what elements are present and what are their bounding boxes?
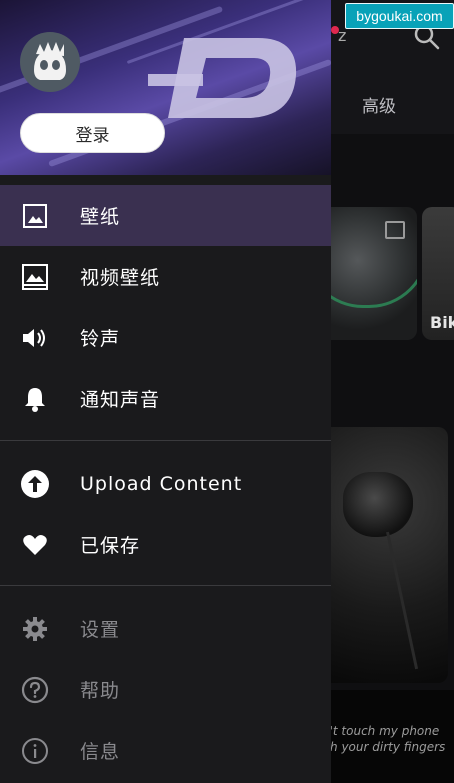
gear-icon [20, 614, 50, 644]
menu-item-label: Upload Content [80, 472, 243, 495]
card-label: Bik [430, 313, 454, 332]
menu-item-info[interactable]: 信息 [0, 720, 331, 781]
menu-divider [0, 585, 331, 586]
avatar[interactable] [20, 32, 80, 92]
menu-item-help[interactable]: 帮助 [0, 659, 331, 720]
image-icon [20, 201, 50, 231]
rose-wallpaper-card[interactable] [318, 427, 448, 683]
drawer-header: 登录 [0, 0, 331, 175]
login-button[interactable]: 登录 [20, 113, 165, 153]
menu-item-label: 已保存 [80, 535, 141, 557]
bell-icon [20, 384, 50, 414]
wallpaper-card[interactable]: s [318, 207, 417, 340]
heart-icon [20, 530, 50, 560]
menu-item-label: 铃声 [80, 328, 121, 350]
menu-item-label: 设置 [80, 619, 121, 641]
menu-item-label: 通知声音 [80, 389, 161, 411]
menu-item-label: 信息 [80, 741, 121, 763]
upload-icon [20, 469, 50, 499]
navigation-drawer: 登录 壁纸 视频壁纸 铃声 通知声音 Upload Content 已保存 设置… [0, 0, 331, 783]
speaker-icon [20, 323, 50, 353]
tab-advanced[interactable]: 高级 [362, 92, 396, 117]
help-icon [20, 675, 50, 705]
zedge-logo [148, 30, 303, 129]
menu-item-ringtones[interactable]: 铃声 [0, 307, 331, 368]
quote-text: n't touch my phone [322, 724, 440, 738]
menu-item-video-wallpapers[interactable]: 视频壁纸 [0, 246, 331, 307]
image-type-icon [385, 221, 405, 239]
menu-item-wallpapers[interactable]: 壁纸 [0, 185, 331, 246]
menu-item-label: 帮助 [80, 680, 121, 702]
menu-item-upload-content[interactable]: Upload Content [0, 453, 331, 514]
menu-item-settings[interactable]: 设置 [0, 598, 331, 659]
menu-item-label: 壁纸 [80, 206, 121, 228]
wallpaper-card[interactable]: Bik [422, 207, 454, 340]
menu-divider [0, 440, 331, 441]
quote-wallpaper-card[interactable]: n't touch my phone ith your dirty finger… [318, 690, 454, 783]
menu-item-notification-sounds[interactable]: 通知声音 [0, 368, 331, 429]
info-icon [20, 736, 50, 766]
menu-item-saved[interactable]: 已保存 [0, 514, 331, 575]
watermark: bygoukai.com [345, 3, 454, 29]
rose-image [343, 472, 413, 537]
background-letter: z [338, 26, 347, 45]
menu-item-label: 视频壁纸 [80, 267, 161, 289]
rose-stem [386, 531, 419, 670]
quote-text: ith your dirty fingers [322, 740, 446, 754]
video-wallpaper-icon [20, 262, 50, 292]
